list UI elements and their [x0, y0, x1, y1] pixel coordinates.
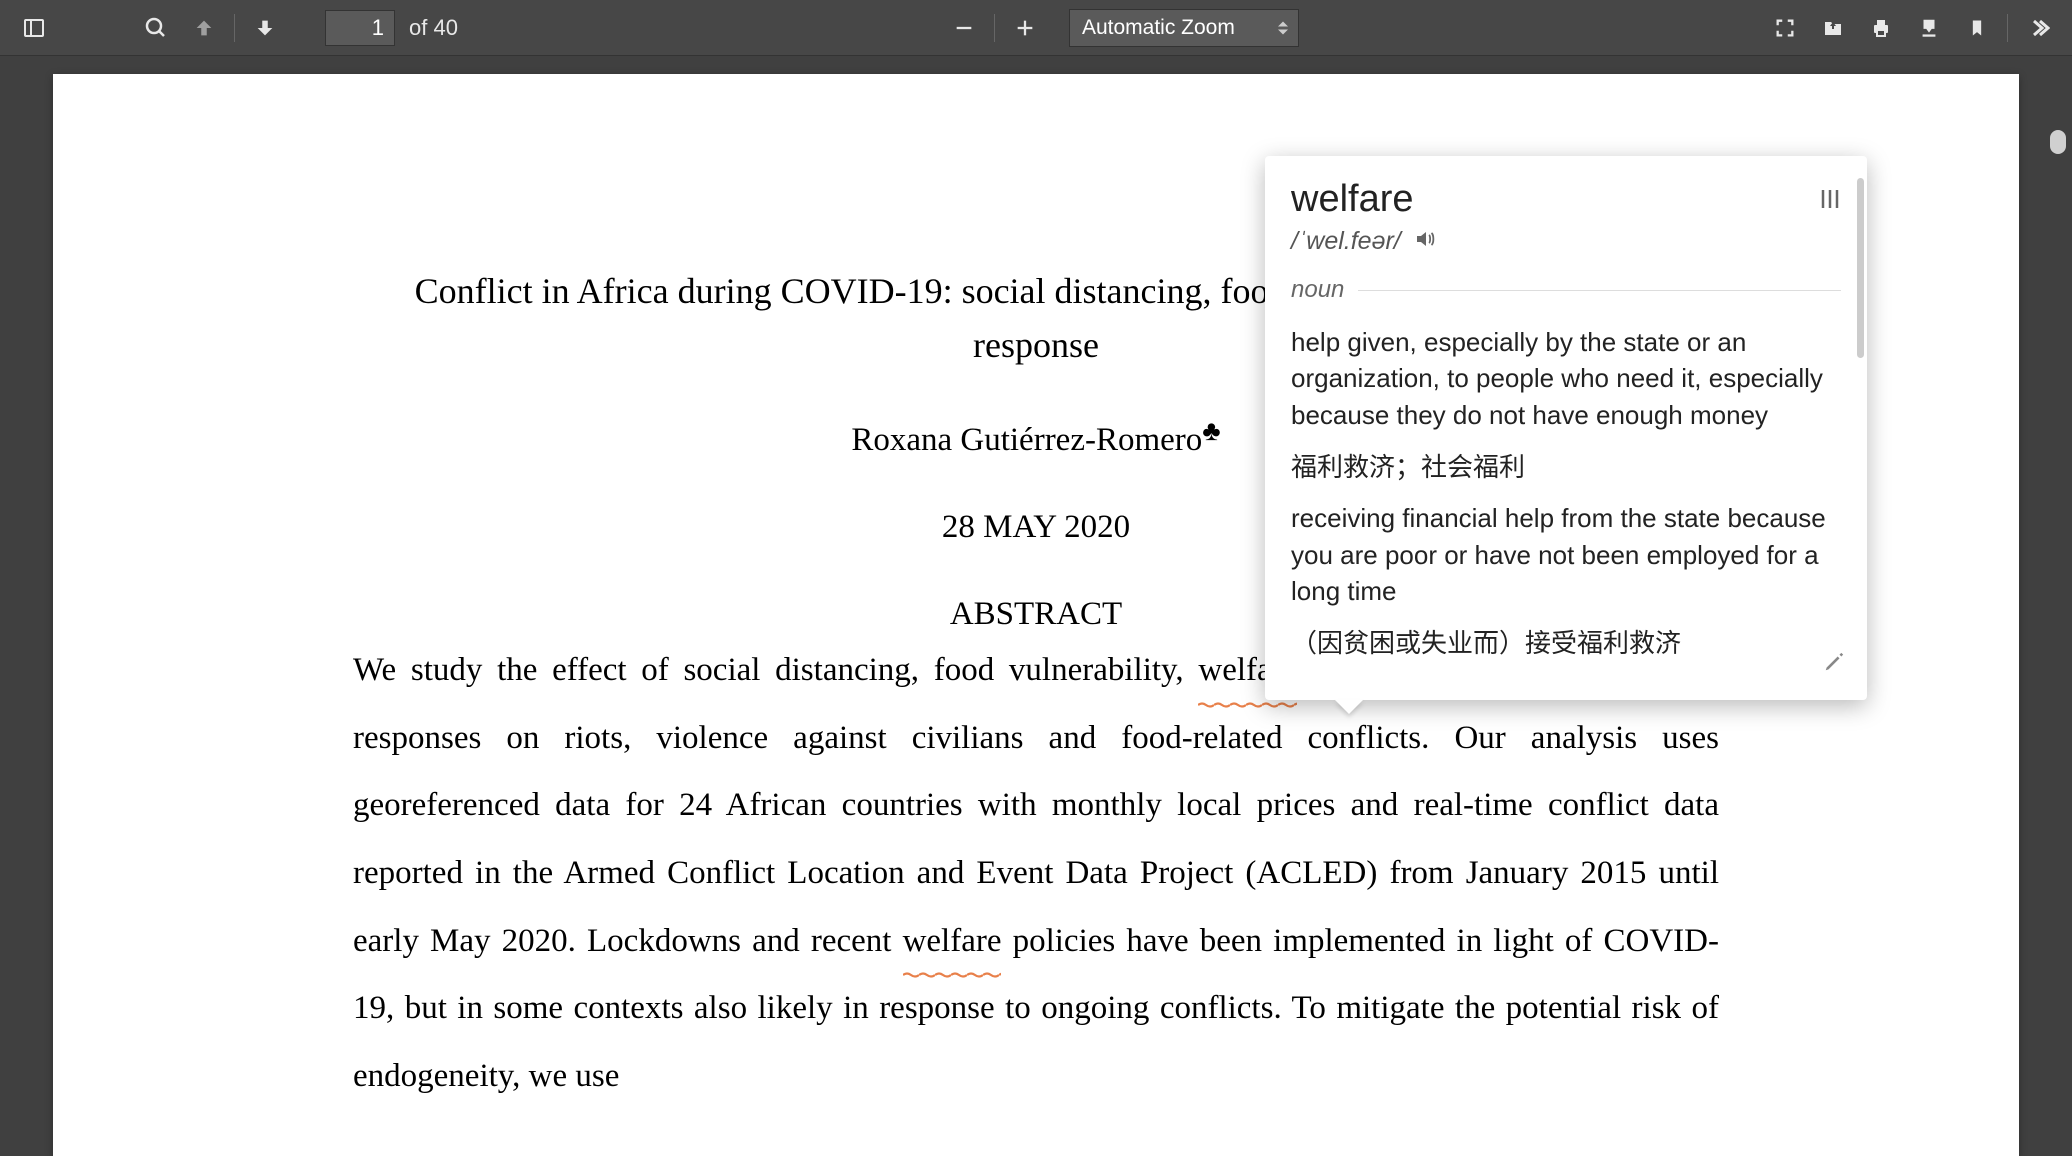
prev-page-button[interactable]: [182, 6, 226, 50]
highlighted-word[interactable]: welfare: [903, 908, 1002, 976]
zoom-select[interactable]: Automatic Zoom: [1069, 9, 1299, 47]
speaker-icon[interactable]: [1413, 227, 1437, 256]
popup-scrollbar[interactable]: [1857, 178, 1864, 358]
open-file-button[interactable]: [1811, 6, 1855, 50]
dictionary-pronunciation: /ˈwel.feər/: [1291, 227, 1401, 256]
separator: [2007, 14, 2008, 42]
page-number-input[interactable]: [325, 10, 395, 46]
presentation-mode-button[interactable]: [1763, 6, 1807, 50]
zoom-out-button[interactable]: [942, 6, 986, 50]
dictionary-definition: help given, especially by the state or a…: [1291, 324, 1841, 433]
zoom-select-label: Automatic Zoom: [1082, 16, 1235, 40]
toggle-sidebar-button[interactable]: [12, 6, 56, 50]
separator: [234, 14, 235, 42]
dictionary-definition-cn: 福利救济；社会福利: [1291, 447, 1841, 484]
select-arrows-icon: [1278, 21, 1288, 34]
dictionary-menu-icon[interactable]: [1819, 186, 1841, 217]
next-page-button[interactable]: [243, 6, 287, 50]
zoom-in-button[interactable]: [1003, 6, 1047, 50]
download-button[interactable]: [1907, 6, 1951, 50]
divider: [1358, 290, 1841, 291]
abstract-body: We study the effect of social distancing…: [353, 637, 1719, 1110]
edit-icon[interactable]: [1823, 651, 1845, 678]
page-total-label: of 40: [409, 15, 458, 41]
dictionary-word: welfare: [1291, 178, 1414, 221]
bookmark-button[interactable]: [1955, 6, 1999, 50]
scrollbar-thumb[interactable]: [2050, 130, 2066, 154]
search-button[interactable]: [134, 6, 178, 50]
dictionary-definition-cn: （因贫困或失业而）接受福利救济: [1291, 623, 1841, 660]
document-viewport[interactable]: Conflict in Africa during COVID-19: soci…: [0, 56, 2072, 1156]
dictionary-definition: receiving financial help from the state …: [1291, 500, 1841, 609]
dictionary-popup: welfare /ˈwel.feər/ noun help given, esp…: [1265, 156, 1867, 700]
dictionary-pos: noun: [1291, 276, 1344, 304]
separator: [994, 14, 995, 42]
more-tools-button[interactable]: [2016, 6, 2060, 50]
pdf-toolbar: of 40 Automatic Zoom: [0, 0, 2072, 56]
print-button[interactable]: [1859, 6, 1903, 50]
